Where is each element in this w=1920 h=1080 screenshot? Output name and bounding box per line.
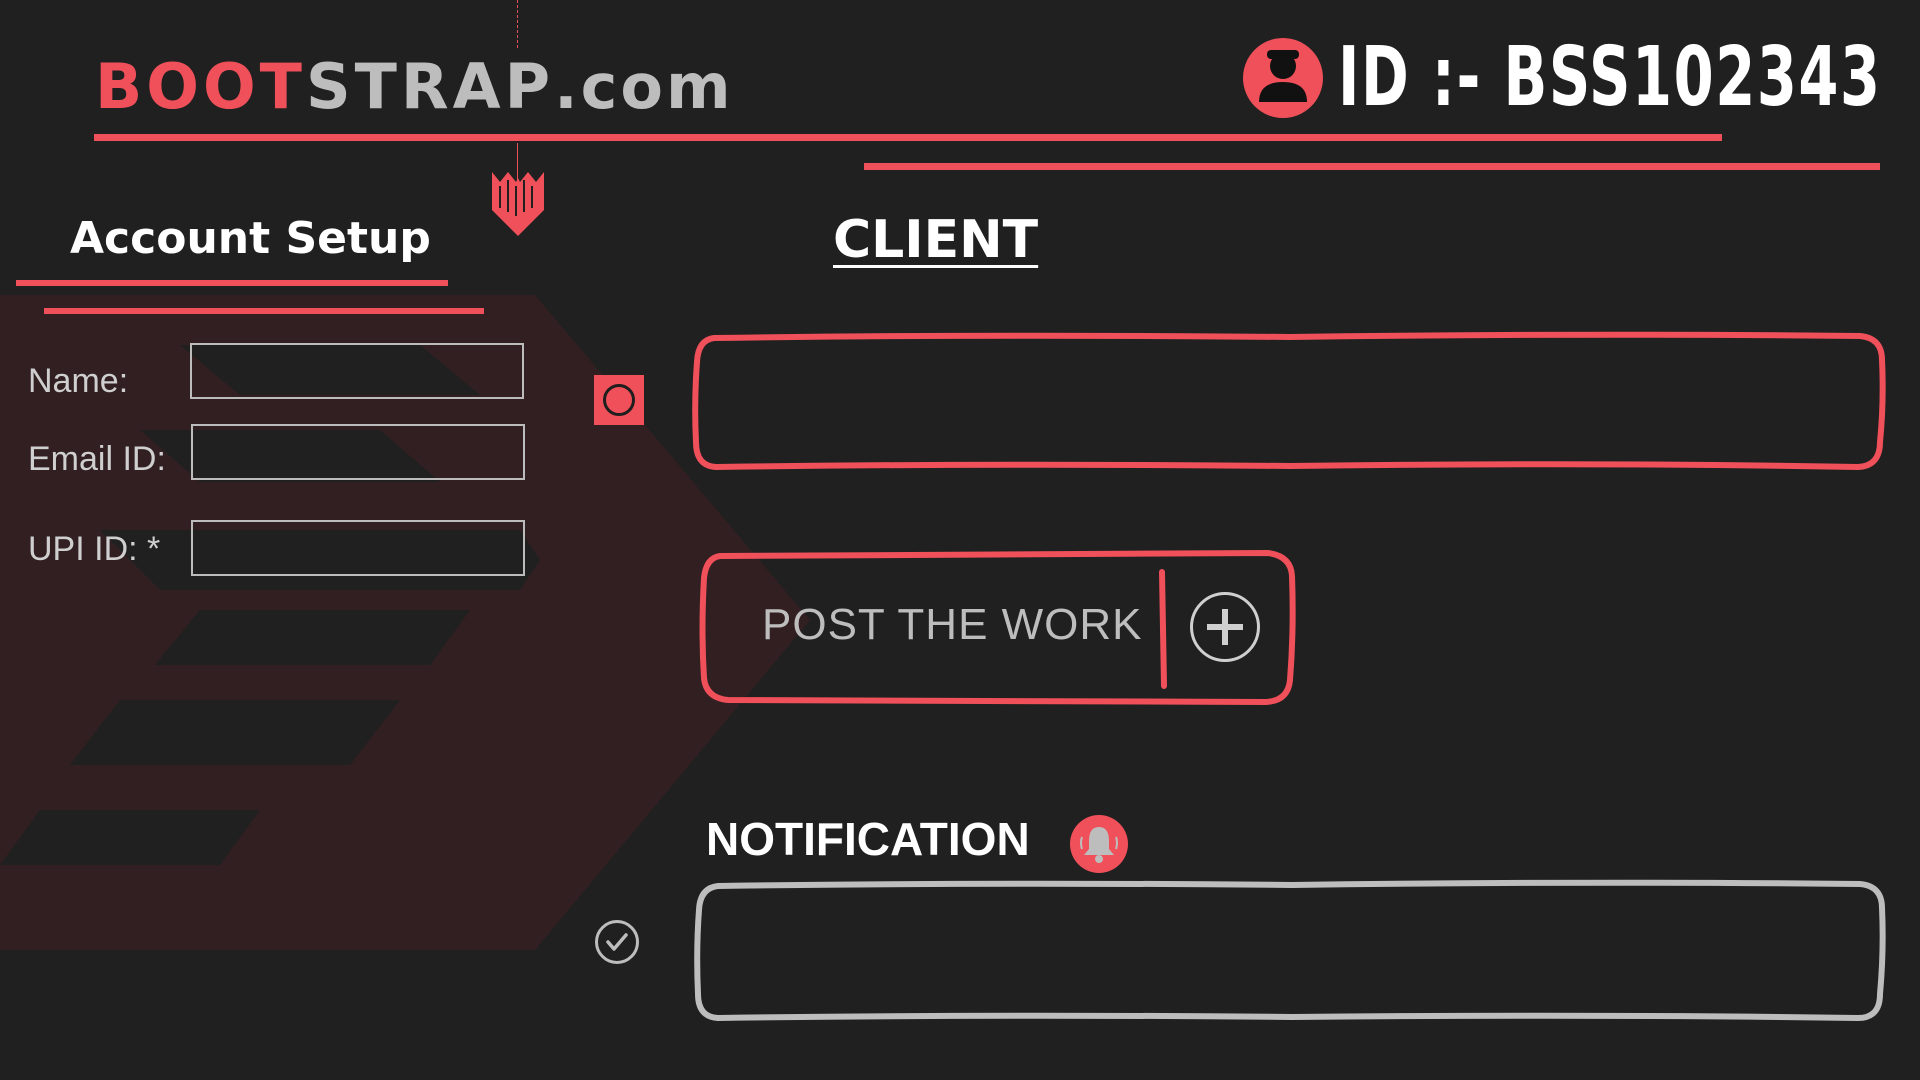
user-icon-glyph <box>1259 50 1307 102</box>
bell-icon-glyph <box>1080 827 1118 863</box>
brand-logo-part-2: STRAP <box>305 50 555 123</box>
header-divider-bottom <box>864 163 1880 170</box>
notification-content <box>720 900 1860 1000</box>
client-title: CLIENT <box>833 210 1039 270</box>
name-label: Name: <box>28 362 129 400</box>
upi-input[interactable] <box>191 520 525 576</box>
upi-label: UPI ID: * <box>28 530 161 568</box>
account-divider-2 <box>44 308 484 314</box>
user-id-label: ID :- BSS102343 <box>1338 30 1882 125</box>
client-input-box[interactable] <box>690 330 1890 475</box>
name-input[interactable] <box>190 343 524 399</box>
account-divider-1 <box>16 280 448 286</box>
plus-circle-icon[interactable] <box>1190 592 1260 662</box>
account-setup-title: Account Setup <box>70 213 431 264</box>
user-icon[interactable] <box>1243 38 1323 118</box>
email-label: Email ID: <box>28 440 166 478</box>
email-input[interactable] <box>191 424 525 480</box>
brand-logo-part-3: .com <box>554 50 734 123</box>
bell-icon[interactable] <box>1070 815 1128 873</box>
header-divider-top <box>94 134 1722 141</box>
down-arrow-icon <box>492 172 544 236</box>
check-icon-glyph <box>606 933 628 951</box>
brand-logo-part-1: BOOT <box>95 50 306 123</box>
radio-button[interactable] <box>594 375 644 425</box>
brand-logo[interactable]: BOOTSTRAP.com <box>95 52 734 122</box>
notification-title: NOTIFICATION <box>706 813 1030 865</box>
check-circle-icon[interactable] <box>595 920 639 964</box>
post-work-label: POST THE WORK <box>762 600 1143 649</box>
dashed-guide-line <box>517 0 518 48</box>
